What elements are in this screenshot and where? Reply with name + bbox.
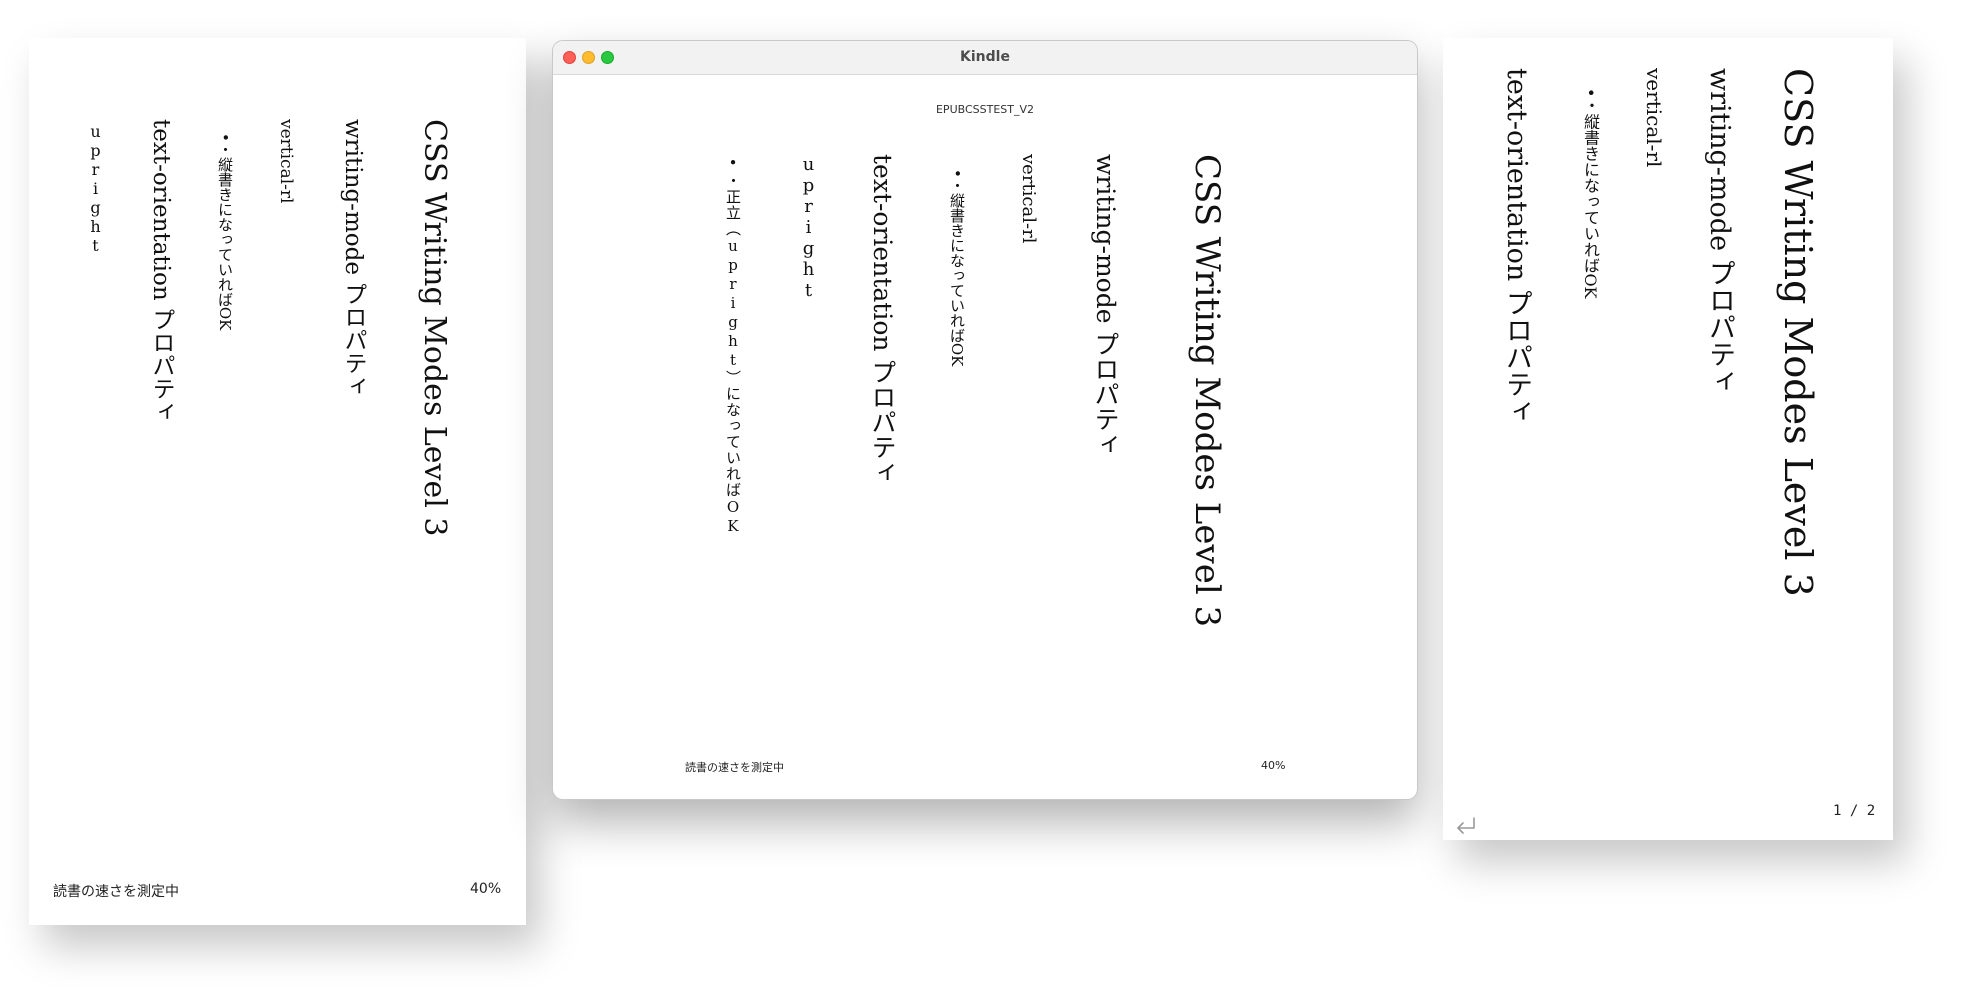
writing-mode-heading: writing-mode プロパティ <box>1704 68 1735 395</box>
page-indicator: 1 / 2 <box>1833 803 1876 819</box>
heading: CSS Writing Modes Level 3 <box>1776 68 1820 597</box>
reading-speed-status: 読書の速さを測定中 <box>685 761 784 774</box>
return-arrow-icon[interactable] <box>1451 812 1479 840</box>
window-titlebar[interactable]: Kindle <box>553 41 1417 75</box>
left-reader-page: CSS Writing Modes Level 3 writing-mode プ… <box>29 38 526 925</box>
text-orientation-heading: text-orientation プロパティ <box>868 154 897 485</box>
vertical-rl-text: vertical-rl <box>276 119 296 204</box>
vertical-rl-text: vertical-rl <box>1642 68 1666 168</box>
window-title: Kindle <box>960 49 1010 65</box>
writing-mode-heading: writing-mode プロパティ <box>1091 154 1120 457</box>
book-title: EPUBCSSTEST_V2 <box>935 103 1035 116</box>
vertical-rl-text: vertical-rl <box>1018 154 1039 244</box>
upright-text: upright <box>798 154 819 301</box>
vertical-ok-item: •・縦書きになっていればOK <box>948 169 966 367</box>
text-orientation-heading: text-orientation プロパティ <box>1501 68 1532 425</box>
upright-text: upright <box>86 122 105 255</box>
kindle-window: Kindle EPUBCSSTEST_V2 CSS Writing Modes … <box>552 40 1418 800</box>
text-orientation-heading: text-orientation プロパティ <box>148 119 174 423</box>
progress-percent: 40% <box>470 881 502 897</box>
right-reader-page: CSS Writing Modes Level 3 writing-mode プ… <box>1443 38 1893 840</box>
vertical-ok-item: •・縦書きになっていればOK <box>216 133 234 331</box>
progress-percent: 40% <box>1261 759 1286 772</box>
heading: CSS Writing Modes Level 3 <box>417 119 452 537</box>
vertical-ok-item: •・縦書きになっていればOK <box>1581 88 1600 299</box>
writing-mode-heading: writing-mode プロパティ <box>340 119 366 398</box>
upright-ok-item: •・正立（upright）になっていればOK <box>724 154 742 536</box>
reading-speed-status: 読書の速さを測定中 <box>53 884 179 900</box>
heading: CSS Writing Modes Level 3 <box>1187 154 1227 628</box>
